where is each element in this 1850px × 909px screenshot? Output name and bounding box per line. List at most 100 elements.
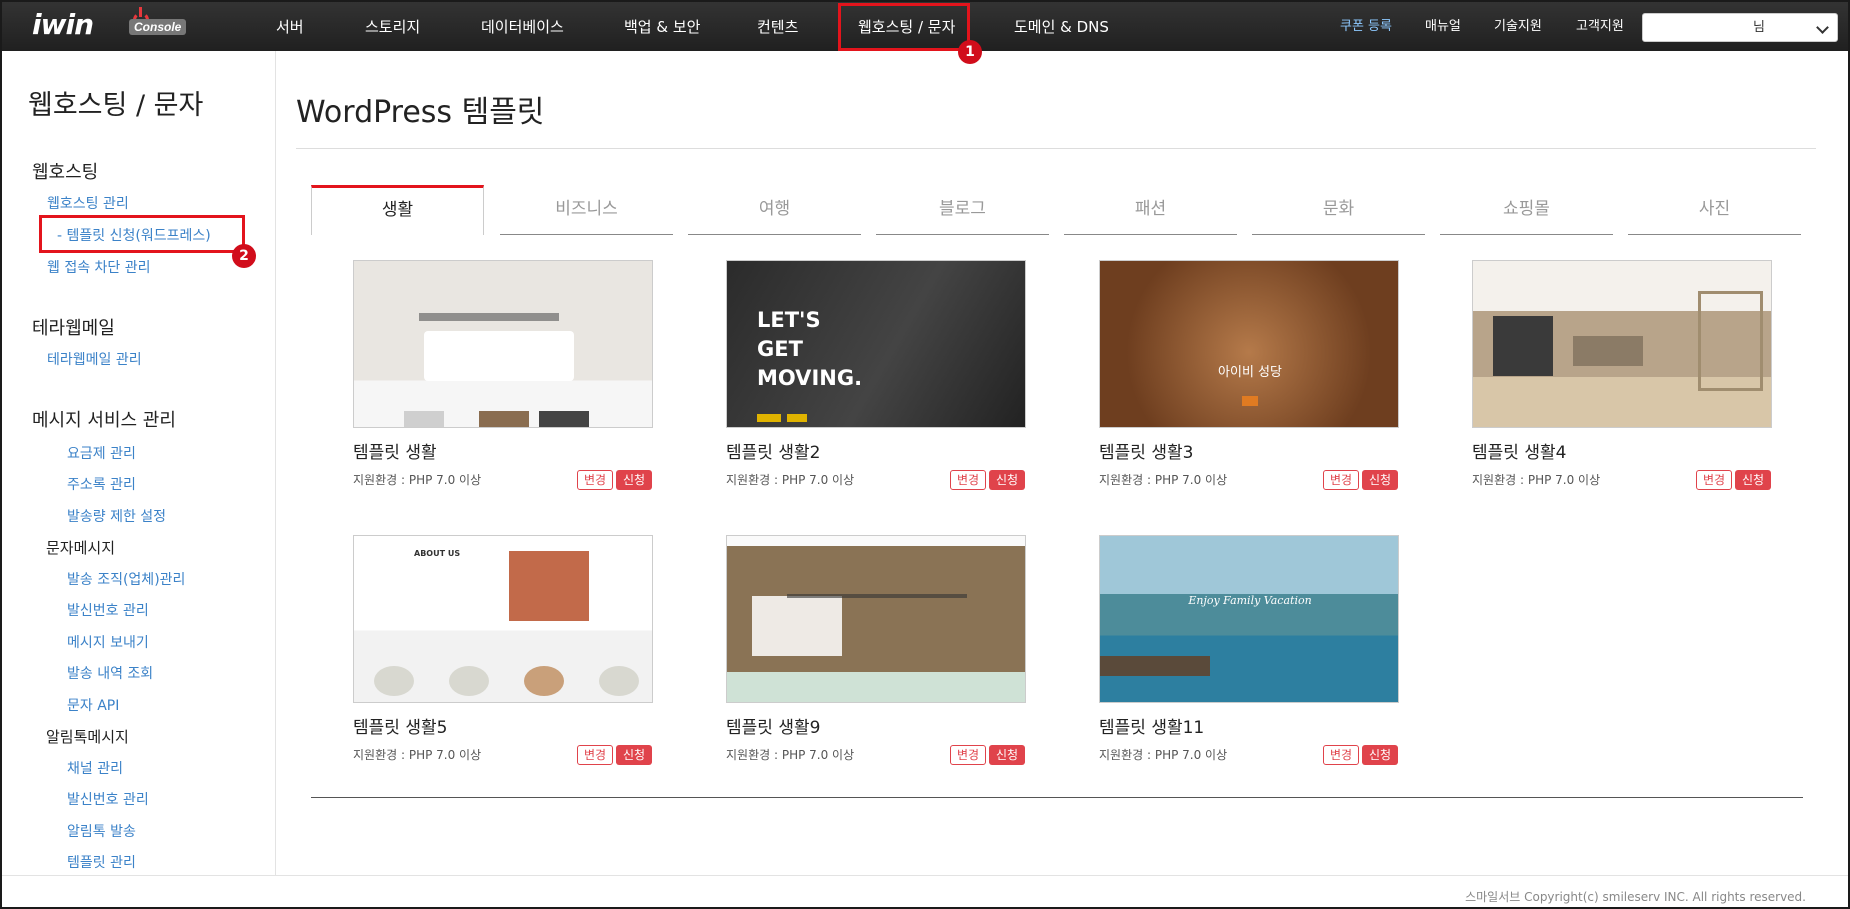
apply-button[interactable]: 신청 [1362, 745, 1398, 765]
sidebar-item-terramail-manage[interactable]: 테라웹메일 관리 [47, 349, 142, 369]
template-env: 지원환경 : PHP 7.0 이상 [1099, 473, 1228, 487]
sidebar-item-talk-sender-number[interactable]: 발신번호 관리 [67, 789, 149, 809]
apply-button[interactable]: 신청 [989, 745, 1025, 765]
sidebar-heading-message: 메시지 서비스 관리 [32, 410, 176, 431]
customer-support-link[interactable]: 고객지원 [1576, 2, 1624, 51]
tab-travel[interactable]: 여행 [688, 185, 861, 235]
dish-shape [599, 666, 639, 696]
sidebar-item-channel-manage[interactable]: 채널 관리 [67, 758, 123, 778]
change-button[interactable]: 변경 [950, 470, 986, 490]
tab-business[interactable]: 비즈니스 [500, 185, 673, 235]
food-photo [509, 551, 589, 621]
template-card: ABOUT US 템플릿 생활5 지원환경 : PHP 7.0 이상 변경 신청 [353, 535, 653, 775]
apply-button[interactable]: 신청 [616, 745, 652, 765]
thumb-button [757, 414, 781, 422]
dock-shape [1100, 656, 1210, 676]
template-thumbnail[interactable]: LET'S GET MOVING. [726, 260, 1026, 428]
dish-shape [524, 666, 564, 696]
footer: 스마일서브 Copyright(c) smileserv INC. All ri… [2, 875, 1848, 907]
template-card: LET'S GET MOVING. 템플릿 생활2 지원환경 : PHP 7.0… [726, 260, 1026, 500]
template-name: 템플릿 생활5 [353, 718, 448, 738]
sidebar-item-web-access-block[interactable]: 웹 접속 차단 관리 [47, 257, 151, 277]
sidebar-item-send-message[interactable]: 메시지 보내기 [67, 632, 149, 652]
iwin-logo[interactable]: iwin [32, 7, 149, 41]
sofa-shape [1573, 336, 1643, 366]
template-card: 템플릿 생활9 지원환경 : PHP 7.0 이상 변경 신청 [726, 535, 1026, 775]
template-env: 지원환경 : PHP 7.0 이상 [353, 473, 482, 487]
template-name: 템플릿 생활9 [726, 718, 821, 738]
nav-server[interactable]: 서버 [276, 2, 304, 51]
change-button[interactable]: 변경 [577, 745, 613, 765]
nav-contents[interactable]: 컨텐츠 [757, 2, 798, 51]
template-thumbnail[interactable]: Enjoy Family Vacation [1099, 535, 1399, 703]
chevron-down-icon [1816, 21, 1829, 34]
template-thumbnail[interactable] [726, 535, 1026, 703]
template-card: 아이비 성당 템플릿 생활3 지원환경 : PHP 7.0 이상 변경 신청 [1099, 260, 1399, 500]
template-thumbnail[interactable]: 아이비 성당 [1099, 260, 1399, 428]
manual-link[interactable]: 매뉴얼 [1425, 2, 1461, 51]
change-button[interactable]: 변경 [1696, 470, 1732, 490]
room-thumb [479, 411, 529, 427]
sidebar-item-plan-manage[interactable]: 요금제 관리 [67, 443, 136, 463]
nav-backup-security[interactable]: 백업 & 보안 [624, 2, 700, 51]
nav-domain-dns[interactable]: 도메인 & DNS [1014, 2, 1109, 51]
tab-photo[interactable]: 사진 [1628, 185, 1801, 235]
change-button[interactable]: 변경 [1323, 745, 1359, 765]
sidebar-heading-terramail: 테라웹메일 [32, 318, 115, 339]
copyright-text: 스마일서브 Copyright(c) smileserv INC. All ri… [1465, 890, 1806, 904]
apply-button[interactable]: 신청 [1362, 470, 1398, 490]
nav-highlight-box [838, 3, 970, 51]
tab-culture[interactable]: 문화 [1252, 185, 1425, 235]
sidebar-item-sms-api[interactable]: 문자 API [67, 695, 119, 715]
template-card: 템플릿 생활 지원환경 : PHP 7.0 이상 변경 신청 [353, 260, 653, 500]
top-navigation-bar: iwin Console 서버 스토리지 데이터베이스 백업 & 보안 컨텐츠 … [2, 2, 1848, 51]
nav-database[interactable]: 데이터베이스 [481, 2, 564, 51]
sidebar: 웹호스팅 / 문자 웹호스팅 웹호스팅 관리 - 템플릿 신청(워드프레스) 웹… [2, 51, 276, 876]
user-account-dropdown[interactable]: 님 [1642, 13, 1838, 42]
thumb-button [787, 414, 807, 422]
window-shape [1493, 316, 1553, 376]
change-button[interactable]: 변경 [577, 470, 613, 490]
sidebar-item-send-limit[interactable]: 발송량 제한 설정 [67, 506, 166, 526]
template-env: 지원환경 : PHP 7.0 이상 [726, 473, 855, 487]
sidebar-heading-webhosting: 웹호스팅 [32, 162, 99, 183]
template-name: 템플릿 생활3 [1099, 443, 1194, 463]
change-button[interactable]: 변경 [950, 745, 986, 765]
template-env: 지원환경 : PHP 7.0 이상 [353, 748, 482, 762]
apply-button[interactable]: 신청 [1735, 470, 1771, 490]
change-button[interactable]: 변경 [1323, 470, 1359, 490]
nav-storage[interactable]: 스토리지 [365, 2, 420, 51]
template-env: 지원환경 : PHP 7.0 이상 [1099, 748, 1228, 762]
tab-fashion[interactable]: 패션 [1064, 185, 1237, 235]
page-title: WordPress 템플릿 [296, 95, 545, 130]
sidebar-item-sender-number[interactable]: 발신번호 관리 [67, 600, 149, 620]
sidebar-item-send-history[interactable]: 발송 내역 조회 [67, 663, 153, 683]
sidebar-item-webhosting-manage[interactable]: 웹호스팅 관리 [47, 193, 129, 213]
user-name-suffix: 님 [1753, 20, 1765, 35]
sidebar-item-addressbook[interactable]: 주소록 관리 [67, 474, 136, 494]
sidebar-subheading-alimtalk: 알림톡메시지 [46, 728, 129, 746]
annotation-marker-1: 1 [958, 40, 982, 64]
template-thumbnail[interactable] [1472, 260, 1772, 428]
room-thumb [539, 411, 589, 427]
tab-shopping[interactable]: 쇼핑몰 [1440, 185, 1613, 235]
template-name: 템플릿 생활4 [1472, 443, 1567, 463]
sidebar-item-alimtalk-send[interactable]: 알림톡 발송 [67, 821, 136, 841]
template-thumbnail[interactable]: ABOUT US [353, 535, 653, 703]
annotation-marker-2: 2 [232, 244, 256, 268]
shelf-shape [1698, 291, 1763, 391]
thumb-headline: ABOUT US [414, 549, 461, 558]
template-thumbnail[interactable] [353, 260, 653, 428]
sidebar-highlight-box [39, 215, 245, 253]
tab-life[interactable]: 생활 [311, 185, 484, 235]
tab-blog[interactable]: 블로그 [876, 185, 1049, 235]
template-name: 템플릿 생활2 [726, 443, 821, 463]
apply-button[interactable]: 신청 [616, 470, 652, 490]
coupon-register-link[interactable]: 쿠폰 등록 [1340, 2, 1392, 51]
sidebar-item-org-manage[interactable]: 발송 조직(업체)관리 [67, 569, 185, 589]
banner-bar [419, 313, 559, 321]
sidebar-item-template-manage[interactable]: 템플릿 관리 [67, 852, 136, 872]
thumb-headline: 아이비 성당 [1218, 365, 1282, 380]
apply-button[interactable]: 신청 [989, 470, 1025, 490]
tech-support-link[interactable]: 기술지원 [1494, 2, 1542, 51]
